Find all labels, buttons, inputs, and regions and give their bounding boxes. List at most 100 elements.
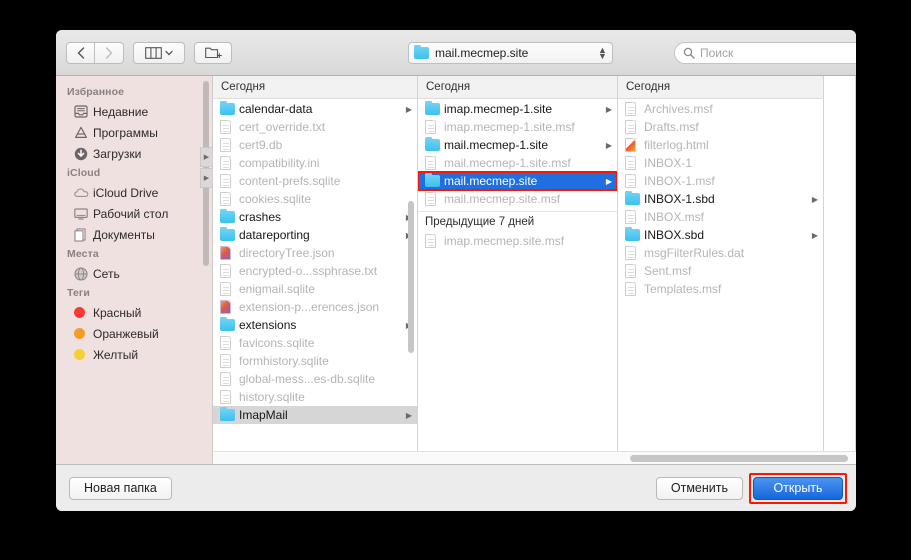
file-row[interactable]: directoryTree.json xyxy=(213,244,417,262)
file-row[interactable]: encrypted-o...ssphrase.txt xyxy=(213,262,417,280)
file-row[interactable]: Templates.msf xyxy=(618,280,823,298)
file-row[interactable]: cookies.sqlite xyxy=(213,190,417,208)
file-row[interactable]: datareporting▶ xyxy=(213,226,417,244)
file-row[interactable]: enigmail.sqlite xyxy=(213,280,417,298)
tag-dot-icon xyxy=(74,349,93,360)
recents-icon xyxy=(74,105,93,118)
sidebar-item-label: Загрузки xyxy=(93,146,142,161)
file-row[interactable]: imap.mecmep-1.site.msf xyxy=(418,118,617,136)
file-name: cookies.sqlite xyxy=(239,192,312,206)
document-file-icon xyxy=(625,210,644,224)
sidebar-item-3-1[interactable]: Загрузки xyxy=(56,143,212,164)
path-popup-button[interactable]: mail.mecmep.site ▲ ▼ xyxy=(408,42,613,64)
file-row[interactable]: Sent.msf xyxy=(618,262,823,280)
file-row[interactable]: favicons.sqlite xyxy=(213,334,417,352)
file-row[interactable]: content-prefs.sqlite xyxy=(213,172,417,190)
file-row[interactable]: Drafts.msf xyxy=(618,118,823,136)
file-row[interactable]: imap.mecmep.site.msf xyxy=(418,232,617,250)
file-name: encrypted-o...ssphrase.txt xyxy=(239,264,378,278)
document-file-icon xyxy=(220,336,239,350)
sidebar-item-1-2[interactable]: iCloud Drive xyxy=(56,182,212,203)
view-mode-button[interactable] xyxy=(133,41,185,64)
sidebar-item-1-1[interactable]: Недавние xyxy=(56,101,212,122)
column-3-list[interactable]: Archives.msf Drafts.msf filterlog.html INBO… xyxy=(618,99,823,464)
json-file-icon xyxy=(220,246,239,260)
file-row[interactable]: mail.mecmep-1.site ▶ xyxy=(418,136,617,154)
document-file-icon xyxy=(625,264,644,278)
sidebar-item-2-1[interactable]: Программы xyxy=(56,122,212,143)
file-row[interactable]: filterlog.html xyxy=(618,136,823,154)
file-row[interactable]: extensions▶ xyxy=(213,316,417,334)
sidebar-item-1-3[interactable]: Сеть xyxy=(56,263,212,284)
column-2-header: Сегодня xyxy=(418,76,617,99)
file-column-empty xyxy=(824,76,856,464)
disclosure-arrow-icon: ▶ xyxy=(405,104,412,114)
file-name: msgFilterRules.dat xyxy=(644,246,745,260)
chevron-down-icon xyxy=(165,50,173,56)
sidebar-edge-tab-1[interactable]: ▶ xyxy=(200,147,212,167)
sidebar-item-1-4[interactable]: Красный xyxy=(56,302,212,323)
document-file-icon xyxy=(220,354,239,368)
sidebar-item-label: Документы xyxy=(93,227,155,242)
sidebar-item-3-4[interactable]: Желтый xyxy=(56,344,212,365)
file-row[interactable]: cert9.db xyxy=(213,136,417,154)
file-row[interactable]: Archives.msf xyxy=(618,100,823,118)
search-field[interactable]: Поиск xyxy=(674,42,856,64)
file-name: enigmail.sqlite xyxy=(239,282,316,296)
document-file-icon xyxy=(220,138,239,152)
file-row[interactable]: ImapMail ▶ xyxy=(213,406,417,424)
sidebar-item-label: iCloud Drive xyxy=(93,185,159,200)
path-folder-icon xyxy=(413,44,430,59)
column-1-scrollbar[interactable] xyxy=(408,201,414,353)
file-row[interactable]: mail.mecmep.site.msf xyxy=(418,190,617,208)
column-group-header: Предыдущие 7 дней xyxy=(418,211,617,232)
file-row[interactable]: extension-p...erences.json xyxy=(213,298,417,316)
sidebar-item-2-4[interactable]: Оранжевый xyxy=(56,323,212,344)
sidebar-edge-tab-2[interactable]: ▶ xyxy=(200,168,212,188)
cancel-button[interactable]: Отменить xyxy=(655,476,743,500)
file-row[interactable]: mail.mecmep.site ▶ xyxy=(418,171,617,191)
forward-button[interactable] xyxy=(95,41,124,64)
file-row[interactable]: formhistory.sqlite xyxy=(213,352,417,370)
file-name: mail.mecmep-1.site xyxy=(444,138,549,152)
column-1-header: Сегодня xyxy=(213,76,417,99)
column-1-list[interactable]: calendar-data ▶ cert_override.txt cert9.db c… xyxy=(213,99,417,464)
navigation-buttons xyxy=(66,41,124,64)
chevron-left-icon xyxy=(77,46,84,59)
file-row[interactable]: msgFilterRules.dat xyxy=(618,244,823,262)
file-row[interactable]: mail.mecmep-1.site.msf xyxy=(418,154,617,172)
file-row[interactable]: imap.mecmep-1.site ▶ xyxy=(418,100,617,118)
column-3-header: Сегодня xyxy=(618,76,823,99)
file-row[interactable]: cert_override.txt xyxy=(213,118,417,136)
file-row[interactable]: compatibility.ini xyxy=(213,154,417,172)
file-row[interactable]: global-mess...es-db.sqlite xyxy=(213,370,417,388)
file-row[interactable]: INBOX-1 xyxy=(618,154,823,172)
column-2-list[interactable]: imap.mecmep-1.site ▶ imap.mecmep-1.site.ms… xyxy=(418,99,617,464)
folder-icon xyxy=(625,190,644,205)
file-name: Drafts.msf xyxy=(644,120,699,134)
open-button[interactable]: Открыть xyxy=(753,476,843,500)
file-row[interactable]: INBOX.msf xyxy=(618,208,823,226)
file-name: imap.mecmep-1.site.msf xyxy=(444,120,575,134)
folder-icon xyxy=(625,226,644,241)
back-button[interactable] xyxy=(66,41,95,64)
chevron-right-icon xyxy=(105,46,113,59)
file-row[interactable]: INBOX.sbd ▶ xyxy=(618,226,823,244)
document-file-icon xyxy=(425,192,444,206)
new-folder-button[interactable]: Новая папка xyxy=(69,476,172,500)
horizontal-scrollbar-thumb[interactable] xyxy=(630,455,848,462)
sidebar-section-header: iCloud xyxy=(67,167,101,179)
new-folder-toolbar-button[interactable] xyxy=(194,41,232,64)
sidebar-item-2-2[interactable]: Рабочий стол xyxy=(56,203,212,224)
horizontal-scrollbar[interactable] xyxy=(213,451,856,464)
file-row[interactable]: calendar-data ▶ xyxy=(213,100,417,118)
file-row[interactable]: INBOX-1.sbd ▶ xyxy=(618,190,823,208)
file-row[interactable]: history.sqlite xyxy=(213,388,417,406)
file-name: INBOX-1 xyxy=(644,156,693,170)
folder-icon xyxy=(220,208,239,223)
file-row[interactable]: INBOX-1.msf xyxy=(618,172,823,190)
folder-icon xyxy=(220,100,239,115)
file-row[interactable]: crashes▶ xyxy=(213,208,417,226)
file-column-2: Сегодня imap.mecmep-1.site ▶ imap.mecmep-1… xyxy=(418,76,618,464)
sidebar-item-3-2[interactable]: Документы xyxy=(56,224,212,245)
